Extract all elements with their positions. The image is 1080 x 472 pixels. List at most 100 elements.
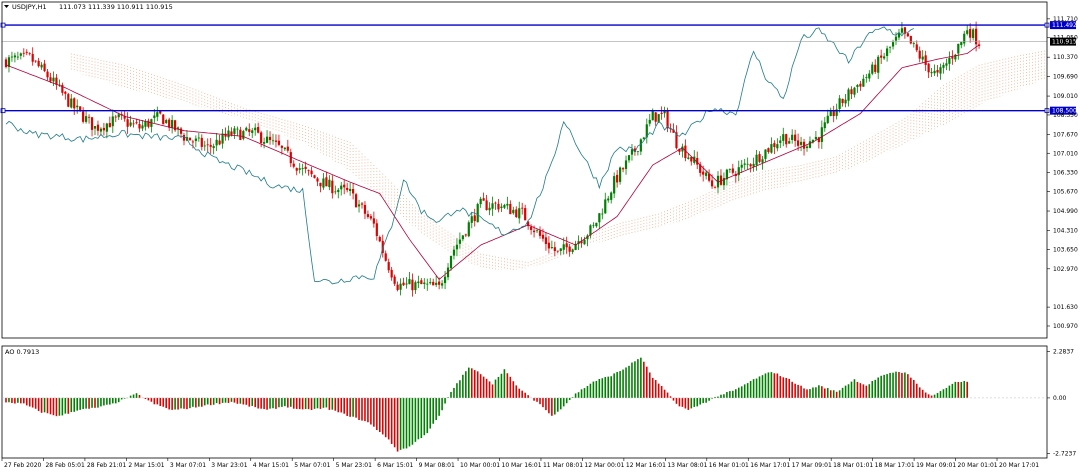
candle-body: [328, 179, 331, 188]
candle-body: [64, 91, 67, 94]
candle-body: [378, 236, 381, 242]
candle-body: [826, 115, 829, 124]
candle-body: [411, 279, 414, 291]
candle-body: [455, 244, 459, 250]
candle-body: [251, 130, 254, 133]
candle-body: [758, 154, 761, 162]
candle-body: [604, 199, 607, 214]
x-tick-label: 9 Mar 08:01: [419, 462, 455, 469]
y-tick-label: 111.710: [1053, 16, 1078, 23]
candle-body: [782, 134, 785, 141]
candle-body: [556, 250, 559, 252]
candle-body: [76, 105, 79, 108]
candle-body: [215, 139, 218, 146]
x-tick-label: 3 Mar 07:01: [170, 462, 206, 469]
candle-body: [838, 98, 841, 109]
x-tick-label: 20 Mar 01:01: [958, 462, 998, 469]
y-tick-label: 109.010: [1053, 93, 1078, 100]
candle-body: [951, 57, 954, 59]
candle-body: [562, 244, 565, 250]
x-tick-label: 6 Mar 15:01: [377, 462, 413, 469]
candle-body: [52, 77, 55, 82]
x-tick-label: 18 Mar 01:01: [833, 462, 873, 469]
candle-body: [464, 234, 467, 236]
candle-body: [933, 70, 936, 74]
candle-body: [844, 99, 847, 104]
candle-body: [619, 167, 622, 182]
candle-body: [705, 172, 708, 176]
x-tick-label: 5 Mar 07:01: [294, 462, 330, 469]
candle-body: [865, 77, 868, 78]
candle-body: [307, 169, 310, 171]
candle-body: [918, 50, 921, 59]
candle-body: [449, 255, 453, 269]
candle-body: [871, 64, 874, 74]
candle-body: [10, 56, 14, 58]
candle-body: [438, 281, 441, 285]
candle-body: [791, 134, 794, 140]
x-tick-label: 17 Mar 09:01: [792, 462, 832, 469]
candle-body: [930, 72, 933, 74]
candle-body: [417, 281, 420, 284]
candle-body: [325, 177, 328, 187]
candle-body: [829, 111, 832, 117]
candle-body: [443, 276, 447, 284]
candle-body: [188, 137, 192, 141]
candle-body: [461, 235, 464, 240]
x-tick-label: 28 Feb 05:01: [45, 462, 85, 469]
y-tick-label: 102.970: [1053, 266, 1078, 273]
candle-body: [221, 133, 224, 144]
candle-body: [559, 248, 562, 251]
candle-body: [102, 127, 105, 131]
candle-body: [369, 216, 372, 219]
candle-body: [73, 98, 76, 109]
candle-body: [776, 144, 779, 149]
candle-body: [25, 51, 28, 53]
candle-body: [847, 89, 850, 101]
candle-body: [467, 222, 470, 237]
symbol-title: USDJPY,H1: [12, 3, 47, 11]
candle-body: [144, 121, 147, 127]
candle-body: [458, 239, 461, 244]
candle-body: [915, 44, 918, 51]
candle-body: [541, 234, 545, 239]
candle-body: [488, 207, 491, 211]
candle-body: [271, 140, 275, 142]
y-tick-label: 105.670: [1053, 189, 1078, 196]
candle-body: [799, 141, 803, 145]
candle-body: [254, 127, 257, 131]
candle-body: [313, 175, 316, 178]
candle-body: [138, 124, 141, 129]
x-tick-label: 13 Mar 08:01: [667, 462, 707, 469]
candle-body: [46, 71, 49, 78]
candle-body: [503, 205, 506, 208]
candle-body: [975, 28, 978, 45]
candle-body: [779, 140, 782, 143]
candle-body: [630, 149, 634, 155]
candle-body: [414, 282, 417, 291]
candle-body: [441, 283, 444, 286]
candle-body: [654, 112, 657, 122]
candle-body: [912, 43, 915, 44]
candle-body: [49, 77, 52, 82]
candle-body: [963, 33, 966, 44]
candle-body: [129, 122, 132, 126]
candle-body: [621, 168, 625, 170]
candle-body: [740, 164, 743, 168]
candle-body: [99, 128, 103, 132]
candle-body: [260, 132, 263, 143]
candle-body: [515, 209, 518, 218]
candle-body: [263, 142, 266, 144]
candle-body: [87, 116, 91, 118]
candle-body: [530, 226, 533, 230]
candle-body: [820, 127, 823, 142]
candle-body: [239, 129, 242, 140]
candle-body: [168, 119, 171, 128]
candle-body: [900, 28, 904, 33]
candle-body: [710, 180, 714, 187]
candle-body: [153, 115, 156, 119]
x-tick-label: 2 Mar 15:01: [128, 462, 164, 469]
candle-body: [34, 60, 37, 62]
candle-body: [485, 200, 488, 210]
chevron-down-icon: [4, 5, 9, 8]
